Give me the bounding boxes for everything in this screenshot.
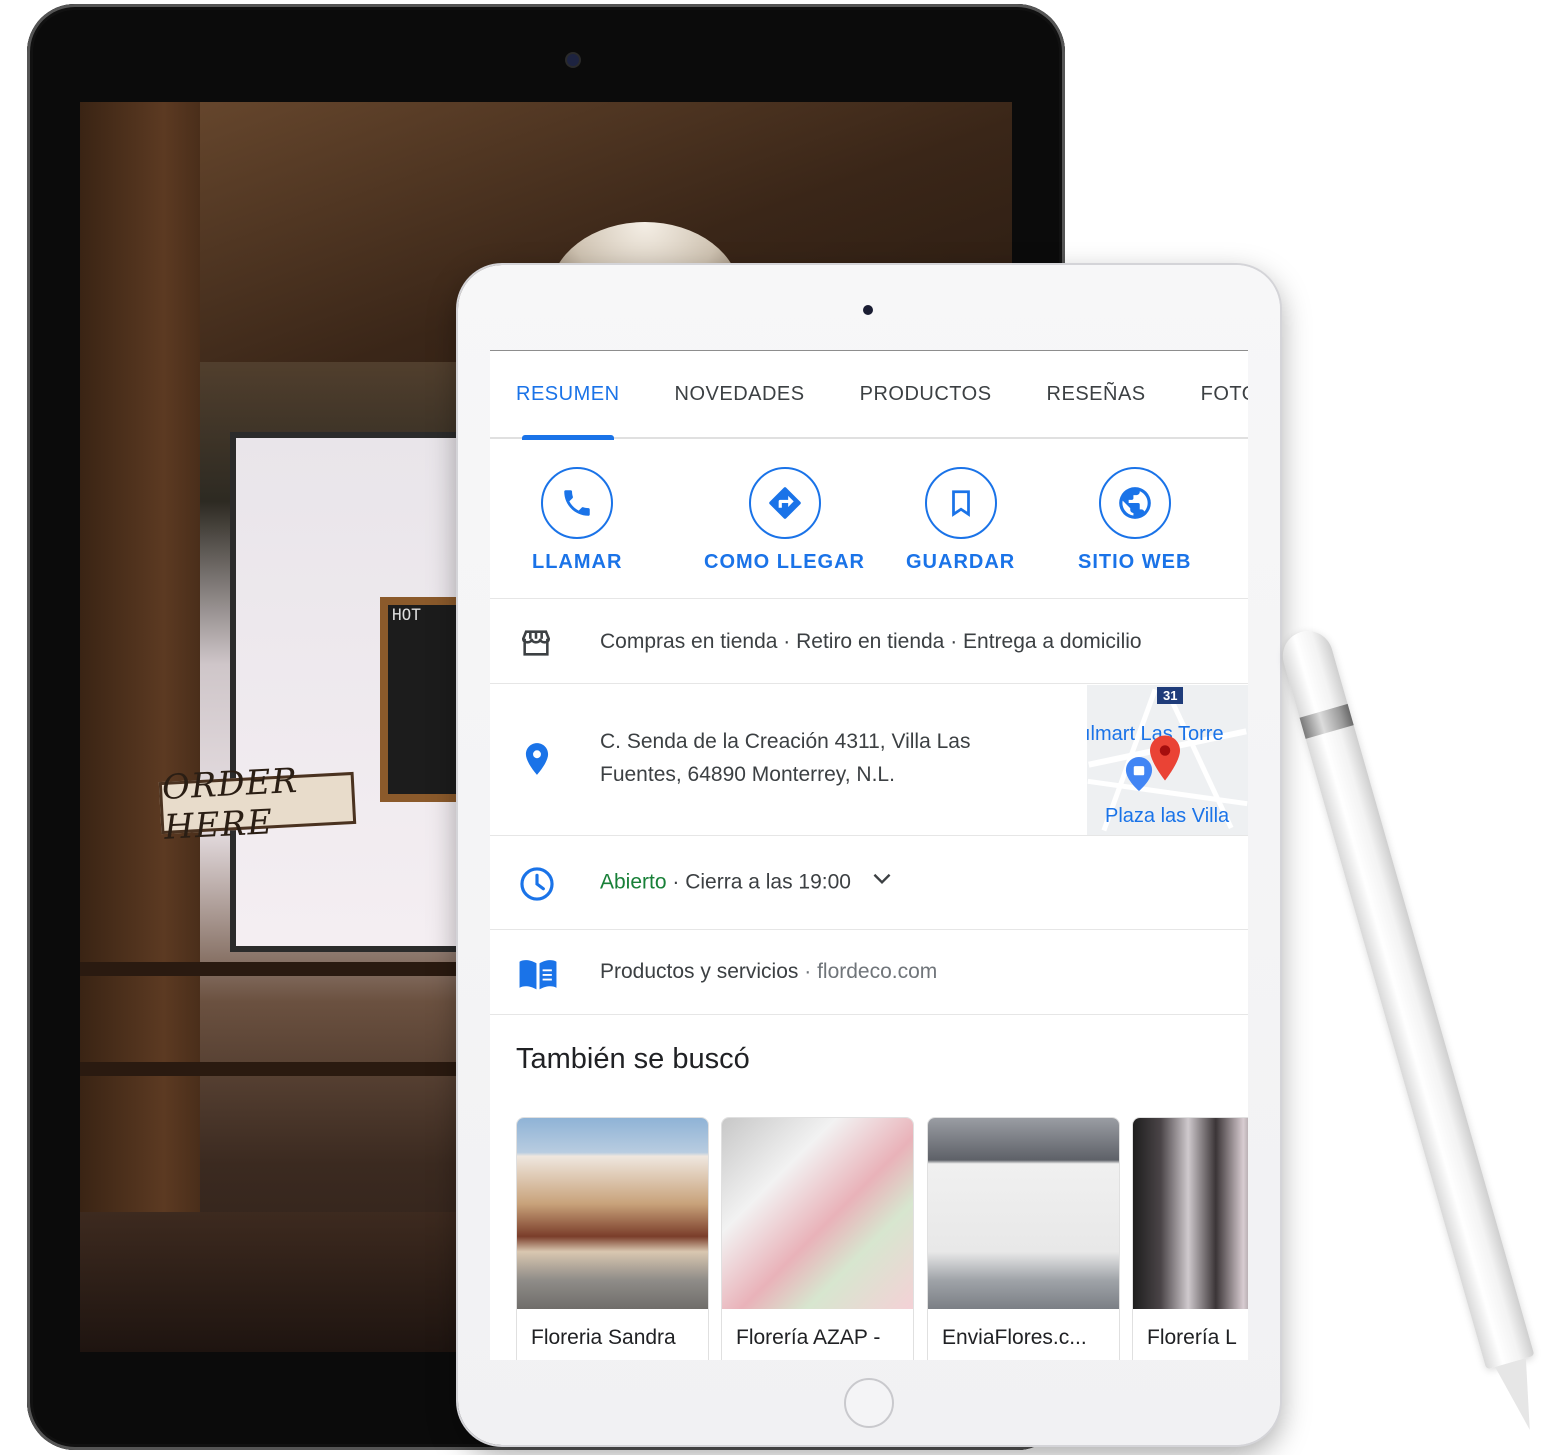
chalkboard-title: HOT [392,605,421,624]
phone-icon [541,467,614,539]
products-label: Productos y servicios [600,960,799,983]
pencil-body [1276,625,1535,1370]
home-button[interactable] [844,1378,894,1428]
place-name: EnviaFlores.c... [942,1326,1087,1349]
menu-book-icon [518,957,558,996]
separator: · [798,960,818,983]
directions-label: COMO LLEGAR [704,551,865,573]
tab-novedades[interactable]: NOVEDADES [675,351,805,438]
products-text: Productos y servicios · flordeco.com [600,955,937,988]
directions-icon [748,467,821,539]
front-camera [863,305,873,315]
hours-text: Abierto · Cierra a las 19:00 [600,865,895,901]
shelf [80,962,500,976]
closing-time: · Cierra a las 19:00 [666,870,851,894]
address-text: C. Senda de la Creación 4311, Villa Las … [600,730,971,786]
business-profile-screen: RESUMEN NOVEDADES PRODUCTOS RESEÑAS FOTO… [490,350,1248,1360]
place-name: Floreria Sandra [531,1326,676,1349]
place-name: Florería L [1147,1326,1237,1349]
save-label: GUARDAR [906,551,1016,573]
products-row[interactable]: Productos y servicios · flordeco.com [490,931,1248,1015]
action-buttons: LLAMAR COMO LLEGAR GUARDAR SITIO WEB [490,441,1248,599]
services-text: Compras en tienda · Retiro en tienda · E… [600,630,1142,653]
also-searched-title: También se buscó [516,1043,750,1075]
website-link[interactable]: flordeco.com [817,960,937,983]
also-searched-carousel: Floreria Sandra Florería AZAP - EnviaFlo… [516,1117,1248,1360]
place-photo [928,1118,1119,1309]
map-label: Plaza las Villa [1105,805,1230,827]
front-camera [567,54,579,66]
tab-productos[interactable]: PRODUCTOS [860,351,992,438]
save-button[interactable]: GUARDAR [906,467,1015,574]
chevron-down-icon[interactable] [869,865,895,901]
chalkboard-menu: HOT [380,597,465,802]
address-row[interactable]: C. Senda de la Creación 4311, Villa Las … [490,685,1248,836]
globe-icon [1098,467,1171,539]
call-label: LLAMAR [532,551,623,573]
tab-resenas[interactable]: RESEÑAS [1047,351,1146,438]
pencil-tip [1495,1358,1541,1435]
bookmark-icon [924,467,997,539]
related-place-card[interactable]: Floreria Sandra [516,1117,709,1360]
route-badge: 31 [1157,687,1184,704]
order-here-sign: ORDER HERE [158,761,357,848]
store-icon [518,626,554,665]
related-place-card[interactable]: Florería AZAP - [721,1117,914,1360]
wall [80,102,200,1352]
mini-map[interactable]: 31 ılmart Las Torre Plaza las Villa [1087,685,1248,835]
tab-bar: RESUMEN NOVEDADES PRODUCTOS RESEÑAS FOTO… [490,351,1248,440]
place-photo [1133,1118,1248,1309]
shopping-pin-icon [1125,757,1153,791]
call-button[interactable]: LLAMAR [532,467,622,574]
tab-fotos[interactable]: FOTOS [1201,351,1248,438]
stylus-pencil [1276,625,1541,1437]
services-row: Compras en tienda · Retiro en tienda · E… [490,600,1248,684]
tab-resumen[interactable]: RESUMEN [516,351,620,440]
open-status: Abierto [600,870,667,894]
shelf [80,1062,500,1076]
location-pin-icon [518,740,556,783]
place-photo [517,1118,708,1309]
hours-row[interactable]: Abierto · Cierra a las 19:00 [490,837,1248,930]
directions-button[interactable]: COMO LLEGAR [704,467,865,574]
related-place-card[interactable]: EnviaFlores.c... [927,1117,1120,1360]
website-label: SITIO WEB [1078,551,1192,573]
website-button[interactable]: SITIO WEB [1078,467,1191,574]
clock-icon [518,865,556,908]
related-place-card[interactable]: Florería L [1132,1117,1248,1360]
place-name: Florería AZAP - [736,1326,881,1349]
place-photo [722,1118,913,1309]
foreground-tablet: RESUMEN NOVEDADES PRODUCTOS RESEÑAS FOTO… [458,265,1280,1445]
